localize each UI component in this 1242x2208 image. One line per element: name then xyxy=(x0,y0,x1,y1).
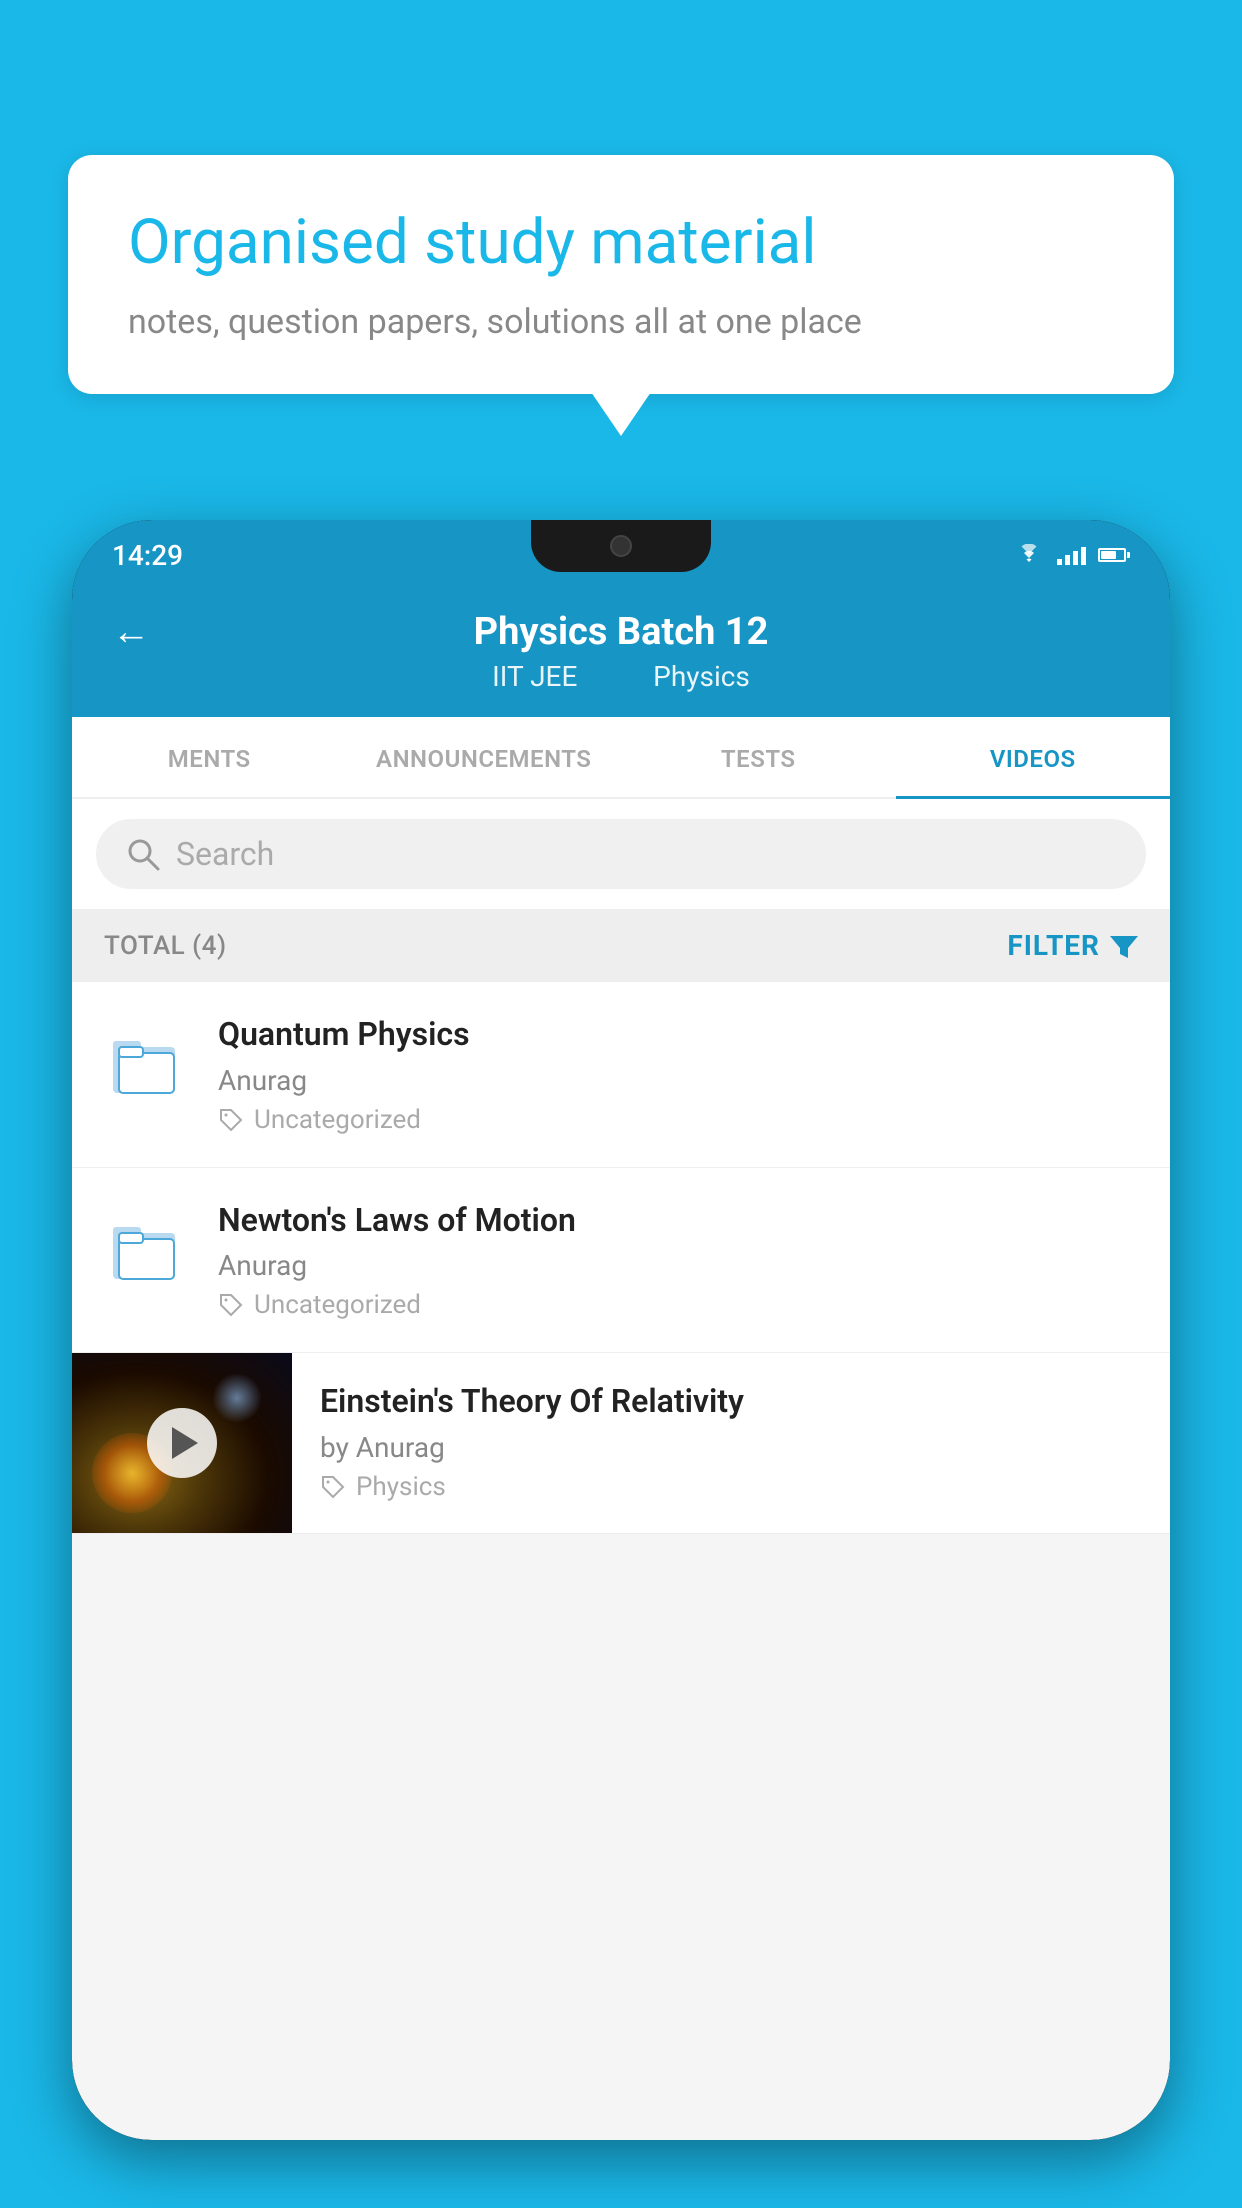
filter-label: FILTER xyxy=(1007,929,1100,962)
search-input[interactable]: Search xyxy=(176,835,274,873)
video-author: Anurag xyxy=(218,1064,1142,1097)
video-title: Quantum Physics xyxy=(218,1014,1142,1056)
total-count: TOTAL (4) xyxy=(104,931,227,961)
header-title: Physics Batch 12 xyxy=(474,610,769,654)
video-title: Einstein's Theory Of Relativity xyxy=(320,1381,1142,1423)
filter-icon xyxy=(1110,932,1138,960)
list-item[interactable]: Einstein's Theory Of Relativity by Anura… xyxy=(72,1353,1170,1534)
tag-icon xyxy=(218,1292,244,1318)
subtitle-separator xyxy=(608,660,622,693)
content-area: Search TOTAL (4) FILTER xyxy=(72,799,1170,2140)
video-tag: Uncategorized xyxy=(254,1290,421,1320)
status-time: 14:29 xyxy=(112,539,183,572)
subtitle-physics: Physics xyxy=(653,660,750,693)
filter-bar: TOTAL (4) FILTER xyxy=(72,909,1170,982)
app-header: ← Physics Batch 12 IIT JEE Physics xyxy=(72,590,1170,717)
tab-tests[interactable]: TESTS xyxy=(621,717,896,797)
speech-bubble: Organised study material notes, question… xyxy=(68,155,1174,394)
subtitle-iit-jee: IIT JEE xyxy=(492,660,577,693)
video-tag-row: Uncategorized xyxy=(218,1105,1142,1135)
search-bar[interactable]: Search xyxy=(96,819,1146,889)
video-tag: Physics xyxy=(356,1472,446,1502)
speech-bubble-title: Organised study material xyxy=(128,207,1114,278)
video-info: Einstein's Theory Of Relativity by Anura… xyxy=(292,1353,1142,1502)
wifi-icon xyxy=(1013,544,1045,566)
app-background: Organised study material notes, question… xyxy=(0,0,1242,2208)
glow-effect-2 xyxy=(212,1373,262,1423)
signal-bars-icon xyxy=(1057,545,1086,565)
tab-announcements[interactable]: ANNOUNCEMENTS xyxy=(347,717,622,797)
video-tag-row: Physics xyxy=(320,1472,1142,1502)
status-icons xyxy=(1013,544,1130,566)
folder-icon-container xyxy=(100,1204,190,1294)
camera xyxy=(610,535,632,557)
phone-frame: 14:29 xyxy=(72,520,1170,2208)
folder-icon xyxy=(109,1027,181,1099)
tab-videos[interactable]: VIDEOS xyxy=(896,717,1171,797)
video-info: Newton's Laws of Motion Anurag Uncategor… xyxy=(218,1200,1142,1321)
search-icon xyxy=(126,837,160,871)
video-list: Quantum Physics Anurag Uncategorized xyxy=(72,982,1170,1534)
tag-icon xyxy=(320,1474,346,1500)
battery-icon xyxy=(1098,548,1130,562)
video-tag: Uncategorized xyxy=(254,1105,421,1135)
tab-bar: MENTS ANNOUNCEMENTS TESTS VIDEOS xyxy=(72,717,1170,799)
video-author: Anurag xyxy=(218,1249,1142,1282)
filter-button[interactable]: FILTER xyxy=(1007,929,1138,962)
folder-icon xyxy=(109,1213,181,1285)
tab-ments[interactable]: MENTS xyxy=(72,717,347,797)
list-item[interactable]: Quantum Physics Anurag Uncategorized xyxy=(72,982,1170,1168)
video-author: by Anurag xyxy=(320,1431,1142,1464)
video-title: Newton's Laws of Motion xyxy=(218,1200,1142,1242)
speech-bubble-subtitle: notes, question papers, solutions all at… xyxy=(128,302,1114,342)
phone-notch xyxy=(531,520,711,572)
header-subtitle: IIT JEE Physics xyxy=(480,660,762,693)
video-tag-row: Uncategorized xyxy=(218,1290,1142,1320)
video-thumbnail xyxy=(72,1353,292,1533)
folder-icon-container xyxy=(100,1018,190,1108)
play-button[interactable] xyxy=(147,1408,217,1478)
video-info: Quantum Physics Anurag Uncategorized xyxy=(218,1014,1142,1135)
list-item[interactable]: Newton's Laws of Motion Anurag Uncategor… xyxy=(72,1168,1170,1354)
search-container: Search xyxy=(72,799,1170,909)
back-button[interactable]: ← xyxy=(112,610,150,654)
tag-icon xyxy=(218,1107,244,1133)
